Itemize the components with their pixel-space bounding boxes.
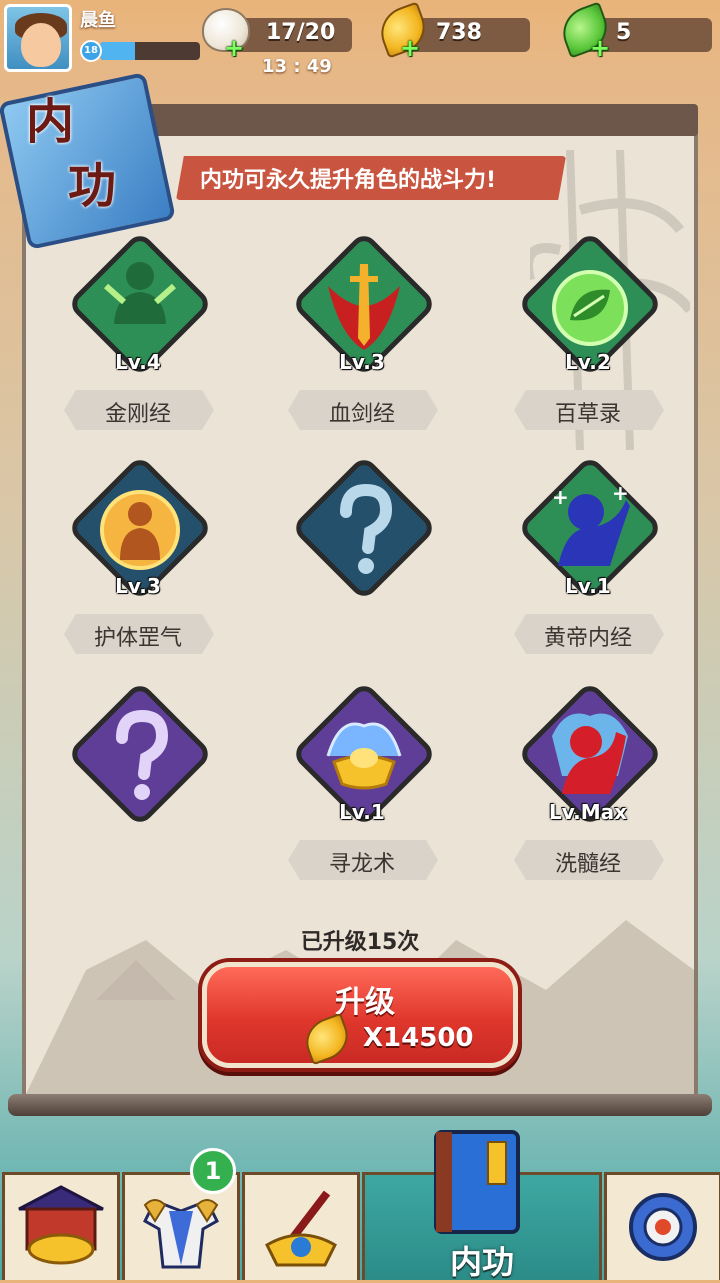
tab-neigong-label: 内功 — [449, 1243, 514, 1281]
sword-icon — [328, 264, 400, 350]
scroll-top-rod — [120, 104, 698, 136]
skill-name: 百草录 — [554, 402, 621, 427]
svg-text:+: + — [552, 485, 569, 509]
equipment-notification-badge: 1 — [190, 1148, 236, 1194]
player-name: 晨鱼 — [80, 10, 116, 31]
blue-spirit-icon: + + — [552, 481, 630, 566]
add-gold-icon[interactable]: + — [400, 36, 420, 60]
gear-icon — [629, 1193, 697, 1261]
skill-name: 血剑经 — [328, 402, 395, 427]
treasure-house-icon — [18, 1185, 104, 1265]
upgrade-button[interactable]: 升级 X14500 — [202, 962, 518, 1068]
neigong-book-icon — [434, 1130, 520, 1234]
gold-ingot-icon — [326, 722, 402, 790]
tab-settings[interactable] — [604, 1172, 720, 1280]
stamina-value: 17/20 — [266, 20, 336, 45]
skill-level: Lv.1 — [339, 800, 385, 824]
weapons-icon — [265, 1190, 337, 1267]
skill-xuejian[interactable]: Lv.3 血剑经 — [272, 230, 452, 448]
monk-silhouette-icon — [104, 262, 176, 324]
skill-level: Lv.4 — [115, 350, 161, 374]
svg-text:+: + — [612, 481, 629, 505]
player-avatar[interactable] — [4, 4, 72, 72]
bottom-nav: 内功 — [0, 1172, 720, 1281]
skill-huangdi[interactable]: + + Lv.1 黄帝内经 — [498, 454, 678, 672]
herb-leaf-icon — [552, 270, 628, 346]
skill-locked-purple[interactable] — [48, 680, 228, 898]
question-mark-icon — [116, 709, 169, 800]
skill-xisui[interactable]: Lv.Max 洗髓经 — [498, 680, 678, 898]
upgrade-count: 已升级15次 — [300, 930, 420, 955]
add-jade-icon[interactable]: + — [590, 36, 610, 60]
upgrade-cost: X14500 — [363, 1023, 474, 1053]
stamina-timer: 13 : 49 — [262, 56, 332, 77]
tab-shop[interactable] — [2, 1172, 120, 1280]
skill-level: Lv.3 — [115, 574, 161, 598]
skill-name: 黄帝内经 — [543, 626, 632, 651]
skill-huti[interactable]: Lv.3 护体罡气 — [48, 454, 228, 672]
skill-level: Lv.Max — [548, 800, 628, 824]
info-banner-text: 内功可永久提升角色的战斗力! — [200, 168, 497, 193]
skill-jingang[interactable]: Lv.4 金刚经 — [48, 230, 228, 448]
skill-xunlong[interactable]: Lv.1 寻龙术 — [272, 680, 452, 898]
skill-baicao[interactable]: Lv.2 百草录 — [498, 230, 678, 448]
scroll-bottom-rod — [8, 1094, 712, 1116]
xp-bar — [100, 42, 200, 60]
upgrade-button-label: 升级 — [335, 985, 395, 1020]
skill-level: Lv.1 — [565, 574, 611, 598]
skill-level: Lv.2 — [565, 350, 611, 374]
gold-value: 738 — [436, 20, 482, 45]
player-level-badge: 18 — [80, 40, 102, 62]
skill-name: 洗髓经 — [554, 852, 621, 877]
skill-locked-blue[interactable] — [272, 454, 452, 672]
add-stamina-icon[interactable]: + — [224, 36, 244, 60]
aura-shield-icon — [100, 490, 180, 570]
jade-value: 5 — [616, 20, 632, 45]
skill-level: Lv.3 — [339, 350, 385, 374]
skill-name: 金刚经 — [104, 402, 171, 427]
skill-name: 护体罡气 — [93, 626, 182, 651]
top-status-bar: 晨鱼 18 17/20 + 13 : 49 738 + 5 + — [0, 0, 720, 80]
tab-weapons[interactable] — [242, 1172, 360, 1280]
skill-name: 寻龙术 — [328, 852, 395, 877]
page-title: 内功 — [26, 94, 117, 214]
question-mark-icon — [340, 483, 393, 574]
red-spirit-icon — [552, 713, 628, 794]
